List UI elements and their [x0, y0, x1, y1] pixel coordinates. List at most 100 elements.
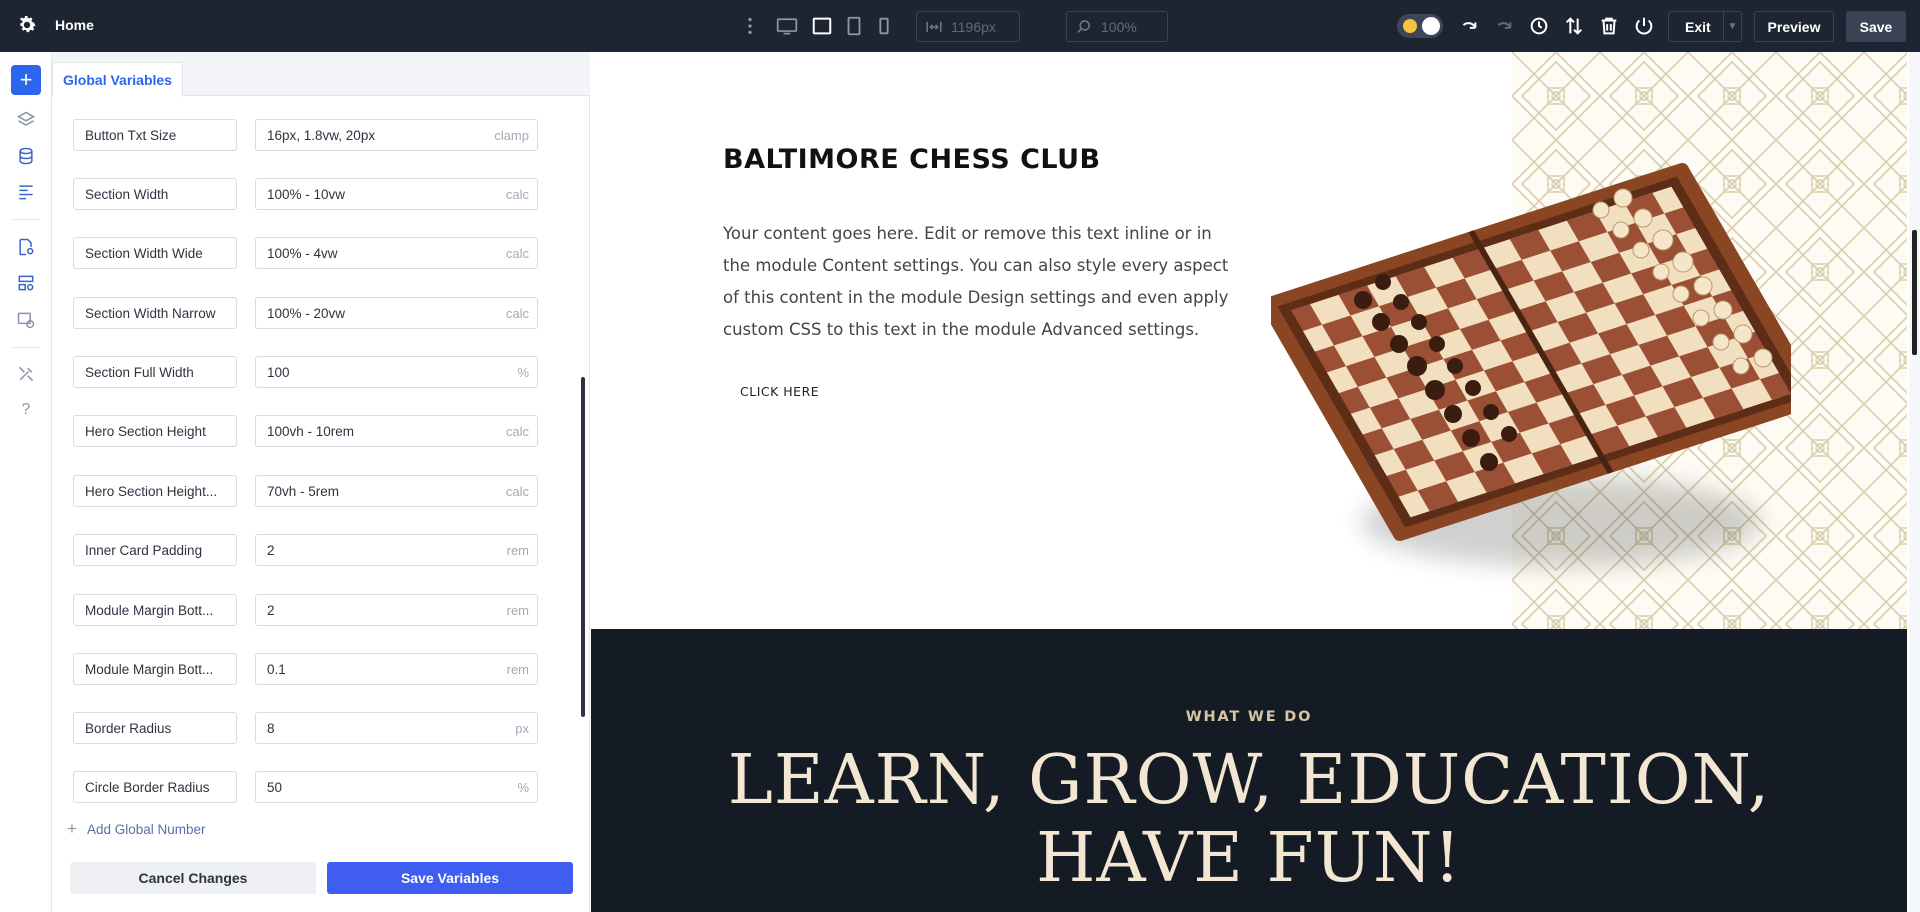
variable-row: Circle Border Radius 50% [73, 771, 538, 803]
variable-name-field[interactable]: Section Width Wide [73, 237, 237, 269]
variable-row: Section Width Wide 100% - 4vw calc [73, 237, 538, 269]
theme-toggle[interactable] [1397, 14, 1443, 38]
save-variables-button[interactable]: Save Variables [327, 862, 573, 894]
add-global-number-button[interactable]: + Add Global Number [67, 819, 206, 839]
variable-name-field[interactable]: Button Txt Size [73, 119, 237, 151]
top-toolbar: Home 1196px 100% Exit ▼ Preview Save [0, 0, 1920, 52]
section-eyebrow: WHAT WE DO [1185, 709, 1313, 725]
variable-name-field[interactable]: Module Margin Bott... [73, 594, 237, 626]
variable-name-field[interactable]: Section Width Narrow [73, 297, 237, 329]
variable-value-field[interactable]: 50% [255, 771, 538, 803]
undo-icon[interactable] [1456, 14, 1480, 38]
variable-value-field[interactable]: 8 px [255, 712, 538, 744]
add-icon[interactable]: + [11, 65, 41, 95]
variable-value-field[interactable]: 2 rem [255, 534, 538, 566]
database-icon[interactable] [14, 144, 38, 168]
variable-value-field[interactable]: 16px, 1.8vw, 20px clamp [255, 119, 538, 151]
history-icon[interactable] [1527, 14, 1551, 38]
desktop-icon[interactable] [773, 14, 801, 38]
unit-label: calc [505, 246, 529, 261]
canvas-scrollbar[interactable] [1909, 52, 1920, 912]
variable-name-field[interactable]: Hero Section Height [73, 415, 237, 447]
chevron-down-icon[interactable]: ▼ [1723, 12, 1741, 41]
unit-label: calc [505, 306, 529, 321]
help-icon[interactable]: ? [14, 398, 38, 422]
page-title: Home [55, 17, 94, 33]
add-global-number-label: Add Global Number [86, 821, 206, 837]
unit-label: rem [506, 603, 529, 618]
variable-row: Inner Card Padding 2 rem [73, 534, 538, 566]
rail-divider [12, 347, 40, 348]
variable-name-field[interactable]: Section Full Width [73, 356, 237, 388]
layout-icon[interactable] [14, 180, 38, 204]
hero-title: BALTIMORE CHESS CLUB [723, 144, 1101, 175]
variable-value: 100% - 4vw [267, 245, 338, 261]
variable-row: Button Txt Size 16px, 1.8vw, 20px clamp [73, 119, 538, 151]
click-here-button[interactable]: CLICK HERE [740, 384, 819, 399]
zoom-icon [1077, 19, 1091, 33]
variable-row: Section Width 100% - 10vw calc [73, 178, 538, 210]
redo-icon[interactable] [1491, 14, 1515, 38]
variable-value-field[interactable]: 100% - 10vw calc [255, 178, 538, 210]
tools-icon[interactable] [14, 362, 38, 386]
kebab-icon[interactable] [738, 14, 762, 38]
variable-value: 100% - 20vw [267, 305, 346, 321]
layers-icon[interactable] [14, 108, 38, 132]
sort-icon[interactable] [1562, 14, 1586, 38]
variable-value: 8 [267, 720, 275, 736]
variable-name-field[interactable]: Circle Border Radius [73, 771, 237, 803]
variable-value: 100 [267, 364, 290, 380]
width-value: 1196px [951, 18, 996, 35]
chessboard-image [1271, 163, 1791, 567]
cancel-changes-button[interactable]: Cancel Changes [70, 862, 316, 894]
variable-value: 70vh - 5rem [267, 483, 340, 499]
variable-value: 16px, 1.8vw, 20px [267, 127, 376, 143]
variable-value-field[interactable]: 100% - 4vw calc [255, 237, 538, 269]
gear-icon[interactable] [16, 14, 38, 36]
toggle-knob [1422, 17, 1440, 35]
rail-divider [12, 219, 40, 220]
headline-line-2: HAVE FUN! [1036, 819, 1462, 898]
panel-tabbar: Global Variables [52, 52, 590, 97]
left-icon-rail: + ? [0, 52, 52, 912]
global-settings-icon[interactable] [14, 271, 38, 295]
page-canvas: BALTIMORE CHESS CLUB Your content goes h… [591, 52, 1920, 912]
global-variables-panel: Global Variables Button Txt Size 16px, 1… [52, 52, 590, 912]
variable-name-field[interactable]: Border Radius [73, 712, 237, 744]
canvas-scroll-thumb[interactable] [1912, 230, 1917, 355]
phone-icon[interactable] [872, 14, 896, 38]
variable-row: Border Radius 8 px [73, 712, 538, 744]
trash-icon[interactable] [1597, 14, 1621, 38]
variable-value-field[interactable]: 100vh - 10rem calc [255, 415, 538, 447]
exit-button[interactable]: Exit ▼ [1668, 11, 1742, 42]
variable-row: Hero Section Height... 70vh - 5rem calc [73, 475, 538, 507]
variable-value-field[interactable]: 0.1 rem [255, 653, 538, 685]
save-button[interactable]: Save [1846, 11, 1906, 42]
unit-label: clamp [494, 128, 529, 143]
variable-value-field[interactable]: 70vh - 5rem calc [255, 475, 538, 507]
variable-value-field[interactable]: 100% - 20vw calc [255, 297, 538, 329]
variable-name-field[interactable]: Inner Card Padding [73, 534, 237, 566]
tablet-portrait-icon[interactable] [842, 14, 866, 38]
preview-button[interactable]: Preview [1754, 11, 1834, 42]
variable-value: 2 [267, 602, 275, 618]
sun-icon [1403, 19, 1417, 33]
variable-name-field[interactable]: Module Margin Bott... [73, 653, 237, 685]
plus-icon: + [67, 819, 77, 838]
power-icon[interactable] [1632, 14, 1656, 38]
width-icon [926, 21, 942, 32]
theme-builder-icon[interactable] [14, 308, 38, 332]
variable-value-field[interactable]: 2 rem [255, 594, 538, 626]
variable-value-field[interactable]: 100% [255, 356, 538, 388]
tablet-landscape-icon[interactable] [810, 14, 834, 38]
hero-body-text: Your content goes here. Edit or remove t… [723, 224, 1229, 339]
headline-line-1: LEARN, GROW, EDUCATION, [727, 741, 1771, 820]
width-field[interactable]: 1196px [916, 11, 1020, 42]
page-settings-icon[interactable] [14, 235, 38, 259]
variable-value: 2 [267, 542, 275, 558]
panel-scrollbar[interactable] [581, 377, 585, 717]
zoom-field[interactable]: 100% [1066, 11, 1168, 42]
variable-name-field[interactable]: Hero Section Height... [73, 475, 237, 507]
variable-name-field[interactable]: Section Width [73, 178, 237, 210]
tab-global-variables[interactable]: Global Variables [52, 62, 183, 97]
